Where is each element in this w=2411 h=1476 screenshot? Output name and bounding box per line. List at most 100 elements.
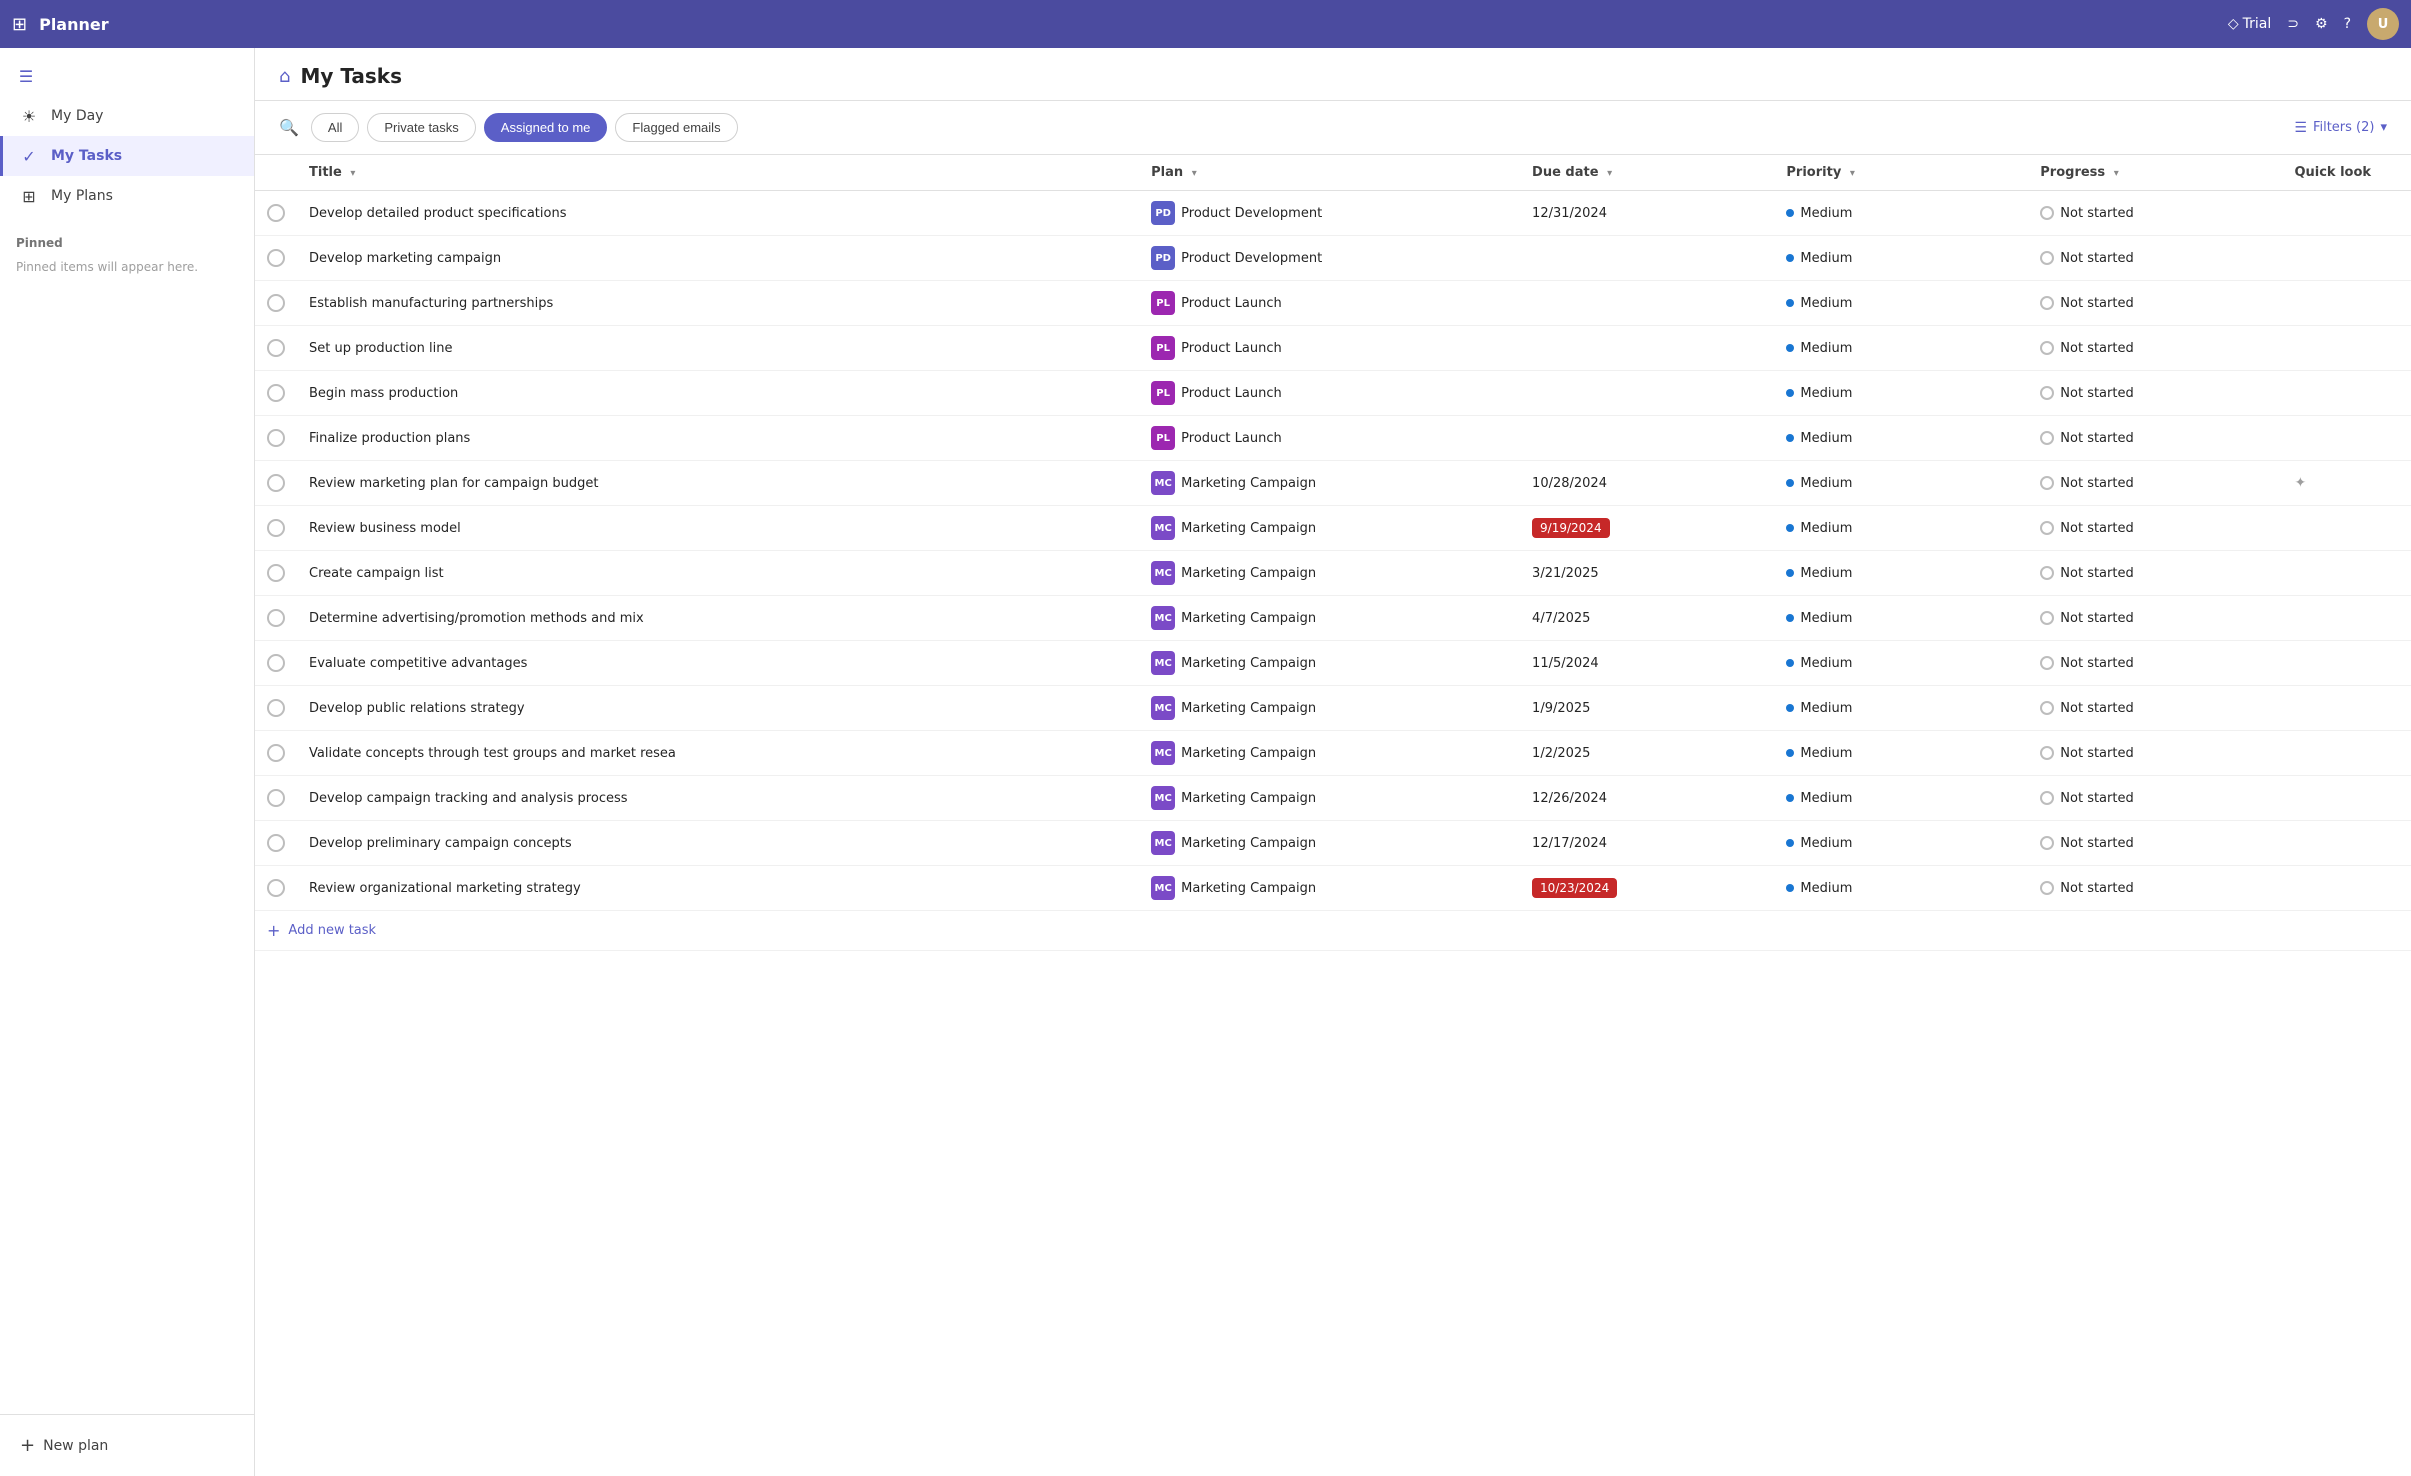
plan-name: Marketing Campaign — [1181, 701, 1316, 716]
new-plan-button[interactable]: + New plan — [16, 1427, 238, 1464]
task-checkbox[interactable] — [267, 699, 285, 717]
task-checkbox[interactable] — [267, 249, 285, 267]
task-list: Develop detailed product specifications ℹ… — [255, 191, 2411, 951]
task-title-text[interactable]: Establish manufacturing partnerships — [309, 296, 1127, 311]
task-checkbox[interactable] — [267, 429, 285, 447]
task-checkbox[interactable] — [267, 294, 285, 312]
search-icon[interactable]: 🔍 — [279, 118, 299, 137]
filter-tab-private-tasks[interactable]: Private tasks — [367, 113, 475, 142]
task-progress-cell: Not started — [2028, 281, 2282, 326]
task-title-cell: Finalize production plans — [297, 416, 1139, 461]
progress-sort-icon: ▾ — [2114, 168, 2119, 179]
task-checkbox[interactable] — [267, 384, 285, 402]
task-title-text[interactable]: Begin mass production — [309, 386, 1127, 401]
task-title-text[interactable]: Finalize production plans — [309, 431, 1127, 446]
filter-icon: ☰ — [2294, 120, 2307, 136]
sidebar-item-my-day[interactable]: ☀ My Day — [0, 96, 254, 136]
task-due-date-cell — [1520, 236, 1774, 281]
task-priority-cell: Medium — [1774, 686, 2028, 731]
task-checkbox[interactable] — [267, 609, 285, 627]
priority-dot — [1786, 524, 1794, 532]
task-title-text[interactable]: Develop detailed product specifications — [309, 206, 1092, 221]
task-priority-cell: Medium — [1774, 866, 2028, 911]
help-icon[interactable]: ? — [2344, 16, 2351, 32]
task-plan-cell: MCMarketing Campaign — [1139, 821, 1520, 866]
priority-dot — [1786, 344, 1794, 352]
filter-tab-assigned-to-me[interactable]: Assigned to me — [484, 113, 608, 142]
task-checkbox[interactable] — [267, 474, 285, 492]
task-checkbox[interactable] — [267, 654, 285, 672]
progress-label: Not started — [2060, 836, 2133, 851]
task-checkbox[interactable] — [267, 789, 285, 807]
task-title-text[interactable]: Develop campaign tracking and analysis p… — [309, 791, 1127, 806]
task-checkbox[interactable] — [267, 834, 285, 852]
waffle-icon[interactable]: ⊞ — [12, 14, 27, 35]
task-title-text[interactable]: Develop preliminary campaign concepts — [309, 836, 1127, 851]
priority-dot — [1786, 389, 1794, 397]
task-title-text[interactable]: Review business model — [309, 521, 1127, 536]
plan-icon: MC — [1151, 471, 1175, 495]
progress-label: Not started — [2060, 881, 2133, 896]
quick-look-icon[interactable]: ✦ — [2294, 475, 2306, 491]
task-due-date-cell: 4/7/2025 — [1520, 596, 1774, 641]
task-checkbox[interactable] — [267, 519, 285, 537]
plan-name: Marketing Campaign — [1181, 566, 1316, 581]
task-title-text[interactable]: Set up production line — [309, 341, 1127, 356]
task-title-cell: Validate concepts through test groups an… — [297, 731, 1139, 776]
plan-name: Marketing Campaign — [1181, 476, 1316, 491]
task-title-text[interactable]: Evaluate competitive advantages — [309, 656, 1127, 671]
due-date: 1/9/2025 — [1532, 701, 1590, 716]
collapse-button[interactable]: ☰ — [0, 56, 254, 96]
plans-icon: ⊞ — [19, 186, 39, 206]
task-title-cell: Establish manufacturing partnerships — [297, 281, 1139, 326]
task-title-text[interactable]: Develop public relations strategy — [309, 701, 1127, 716]
col-header-progress[interactable]: Progress ▾ — [2028, 155, 2282, 191]
task-checkbox[interactable] — [267, 879, 285, 897]
task-priority-cell: Medium — [1774, 551, 2028, 596]
col-header-title[interactable]: Title ▾ — [297, 155, 1139, 191]
priority-label: Medium — [1800, 881, 1852, 896]
filters-label: Filters (2) — [2313, 120, 2375, 135]
task-checkbox[interactable] — [267, 204, 285, 222]
share-icon[interactable]: ⊃ — [2287, 16, 2299, 32]
task-title-text[interactable]: Develop marketing campaign — [309, 251, 1127, 266]
col-header-plan[interactable]: Plan ▾ — [1139, 155, 1520, 191]
sidebar-item-my-plans[interactable]: ⊞ My Plans — [0, 176, 254, 216]
add-task-button[interactable]: +Add new task — [267, 921, 2399, 940]
task-title-text[interactable]: Review marketing plan for campaign budge… — [309, 476, 1127, 491]
col-header-priority[interactable]: Priority ▾ — [1774, 155, 2028, 191]
task-plan-cell: PLProduct Launch — [1139, 281, 1520, 326]
settings-icon[interactable]: ⚙ — [2315, 16, 2328, 32]
task-checkbox[interactable] — [267, 744, 285, 762]
col-header-due-date[interactable]: Due date ▾ — [1520, 155, 1774, 191]
task-quick-look-cell — [2282, 236, 2411, 281]
trial-button[interactable]: ◇ Trial — [2228, 16, 2271, 32]
task-progress-cell: Not started — [2028, 866, 2282, 911]
avatar[interactable]: U — [2367, 8, 2399, 40]
filter-tab-all[interactable]: All — [311, 113, 359, 142]
more-icon[interactable]: ⋮ — [1113, 205, 1127, 221]
priority-dot — [1786, 569, 1794, 577]
progress-circle — [2040, 746, 2054, 760]
info-icon[interactable]: ℹ — [1102, 205, 1107, 221]
sidebar-item-my-tasks[interactable]: ✓ My Tasks — [0, 136, 254, 176]
priority-label: Medium — [1800, 386, 1852, 401]
task-title-text[interactable]: Create campaign list — [309, 566, 1127, 581]
filter-tab-flagged-emails[interactable]: Flagged emails — [615, 113, 737, 142]
progress-label: Not started — [2060, 746, 2133, 761]
due-date: 11/5/2024 — [1532, 656, 1599, 671]
filters-button[interactable]: ☰ Filters (2) ▾ — [2294, 120, 2387, 136]
pinned-section-label: Pinned — [0, 224, 254, 254]
task-table: Title ▾ Plan ▾ Due date ▾ Priority ▾ Pro… — [255, 155, 2411, 951]
task-checkbox[interactable] — [267, 564, 285, 582]
add-task-label: Add new task — [288, 923, 376, 938]
task-checkbox[interactable] — [267, 339, 285, 357]
task-title-text[interactable]: Validate concepts through test groups an… — [309, 746, 1127, 761]
task-title-cell: Develop marketing campaign — [297, 236, 1139, 281]
task-title-text[interactable]: Determine advertising/promotion methods … — [309, 611, 1127, 626]
progress-circle — [2040, 431, 2054, 445]
task-title-text[interactable]: Review organizational marketing strategy — [309, 881, 1127, 896]
priority-label: Medium — [1800, 836, 1852, 851]
plan-name: Product Launch — [1181, 341, 1282, 356]
task-plan-cell: MCMarketing Campaign — [1139, 641, 1520, 686]
